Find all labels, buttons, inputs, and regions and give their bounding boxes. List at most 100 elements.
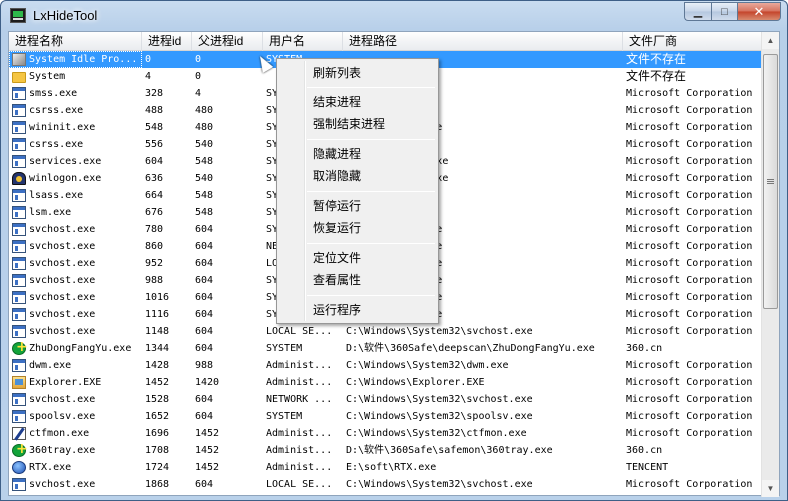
path-cell: D:\软件\360Safe\safemon\360tray.exe: [346, 445, 553, 456]
menu-item-locate-file[interactable]: 定位文件: [279, 247, 436, 269]
pid-cell: 1116: [145, 309, 170, 320]
pid-cell: 1696: [145, 428, 170, 439]
process-name-cell: csrss.exe: [9, 136, 142, 153]
exe-icon: [12, 87, 26, 100]
exe-icon: [12, 189, 26, 202]
exe-icon: [12, 291, 26, 304]
process-name-cell: dwm.exe: [9, 357, 142, 374]
table-row[interactable]: dwm.exe 1428 988 Administ... C:\Windows\Syst…: [9, 357, 761, 374]
table-row[interactable]: ZhuDongFangYu.exe 1344 604 SYSTEM D:\软件\360S…: [9, 340, 761, 357]
column-header-ppid[interactable]: 父进程id: [192, 32, 263, 51]
ppid-cell: 604: [195, 394, 214, 405]
vendor-cell: Microsoft Corporation: [626, 207, 753, 218]
user-cell: SYSTEM: [266, 343, 303, 354]
path-cell: C:\Windows\System32\svchost.exe: [346, 394, 533, 405]
window-controls: ▁ □ ✕: [684, 2, 781, 21]
menu-item-suspend[interactable]: 暂停运行: [279, 195, 436, 217]
process-name: svchost.exe: [29, 224, 96, 235]
minimize-button[interactable]: ▁: [684, 2, 711, 21]
process-name: svchost.exe: [29, 394, 96, 405]
path-cell: D:\软件\360Safe\deepscan\ZhuDongFangYu.exe: [346, 343, 595, 354]
vendor-cell: Microsoft Corporation: [626, 122, 753, 133]
pid-cell: 1016: [145, 292, 170, 303]
process-name-cell: svchost.exe: [9, 255, 142, 272]
vendor-cell: Microsoft Corporation: [626, 309, 753, 320]
column-header-process-name[interactable]: 进程名称: [9, 32, 142, 51]
exe-icon: [12, 104, 26, 117]
menu-item-unhide[interactable]: 取消隐藏: [279, 165, 436, 187]
vendor-cell: Microsoft Corporation: [626, 411, 753, 422]
menu-item-force-end-process[interactable]: 强制结束进程: [279, 113, 436, 135]
column-header-pid[interactable]: 进程id: [142, 32, 192, 51]
exe-icon: [12, 223, 26, 236]
table-row[interactable]: RTX.exe 1724 1452 Administ... E:\soft\RTX.ex…: [9, 459, 761, 476]
pid-cell: 604: [145, 156, 164, 167]
process-name: dwm.exe: [29, 360, 72, 371]
path-cell: C:\Windows\System32\svchost.exe: [346, 326, 533, 337]
vertical-scrollbar[interactable]: ▲ ▼: [761, 32, 779, 497]
menu-item-resume[interactable]: 恢复运行: [279, 217, 436, 239]
menu-item-view-properties[interactable]: 查看属性: [279, 269, 436, 291]
pid-cell: 328: [145, 88, 164, 99]
ppid-cell: 540: [195, 139, 214, 150]
menu-item-refresh-list[interactable]: 刷新列表: [279, 62, 436, 84]
process-name-cell: winlogon.exe: [9, 170, 142, 187]
pid-cell: 556: [145, 139, 164, 150]
table-row[interactable]: ctfmon.exe 1696 1452 Administ... C:\Windows\…: [9, 425, 761, 442]
title-bar[interactable]: LxHideTool ▁ □ ✕: [1, 1, 787, 31]
360-icon: [12, 442, 28, 458]
pid-cell: 664: [145, 190, 164, 201]
scroll-thumb[interactable]: [763, 54, 778, 309]
table-row[interactable]: 360tray.exe 1708 1452 Administ... D:\软件\360S…: [9, 442, 761, 459]
close-button[interactable]: ✕: [737, 2, 781, 21]
process-name: csrss.exe: [29, 139, 84, 150]
process-name: smss.exe: [29, 88, 78, 99]
menu-separator: [307, 243, 435, 244]
table-row[interactable]: spoolsv.exe 1652 604 SYSTEM C:\Windows\Syste…: [9, 408, 761, 425]
vendor-cell: Microsoft Corporation: [626, 88, 753, 99]
vendor-cell: Microsoft Corporation: [626, 156, 753, 167]
process-name: winlogon.exe: [29, 173, 102, 184]
table-row[interactable]: svchost.exe 1528 604 NETWORK ... C:\Windows\…: [9, 391, 761, 408]
process-name: svchost.exe: [29, 326, 96, 337]
menu-item-end-process[interactable]: 结束进程: [279, 91, 436, 113]
360-icon: [12, 340, 28, 356]
exe-icon: [12, 138, 26, 151]
user-cell: LOCAL SE...: [266, 479, 333, 490]
ppid-cell: 604: [195, 224, 214, 235]
path-cell: E:\soft\RTX.exe: [346, 462, 437, 473]
pid-cell: 1708: [145, 445, 170, 456]
table-row[interactable]: Explorer.EXE 1452 1420 Administ... C:\Window…: [9, 374, 761, 391]
process-name-cell: lsm.exe: [9, 204, 142, 221]
vendor-cell: 文件不存在: [626, 69, 687, 83]
exe-icon: [12, 206, 26, 219]
column-header-user[interactable]: 用户名: [263, 32, 343, 51]
pid-cell: 488: [145, 105, 164, 116]
scroll-up-arrow-icon[interactable]: ▲: [762, 32, 779, 49]
process-name: System Idle Pro...: [29, 54, 138, 65]
process-name: svchost.exe: [29, 258, 96, 269]
vendor-cell: Microsoft Corporation: [626, 428, 753, 439]
pid-cell: 636: [145, 173, 164, 184]
maximize-button[interactable]: □: [711, 2, 737, 21]
exe-icon: [12, 257, 26, 270]
app-icon[interactable]: [10, 8, 26, 23]
exe-icon: [12, 325, 26, 338]
scroll-down-arrow-icon[interactable]: ▼: [762, 480, 779, 497]
column-header-vendor[interactable]: 文件厂商: [623, 32, 761, 51]
ppid-cell: 988: [195, 360, 214, 371]
ppid-cell: 480: [195, 122, 214, 133]
process-name-cell: svchost.exe: [9, 289, 142, 306]
vendor-cell: 360.cn: [626, 343, 663, 354]
menu-item-run-program[interactable]: 运行程序: [279, 299, 436, 321]
path-cell: C:\Windows\System32\dwm.exe: [346, 360, 509, 371]
pid-cell: 1344: [145, 343, 170, 354]
menu-item-hide-process[interactable]: 隐藏进程: [279, 143, 436, 165]
table-row[interactable]: svchost.exe 1868 604 LOCAL SE... C:\Windows\…: [9, 476, 761, 493]
table-row[interactable]: svchost.exe 1148 604 LOCAL SE... C:\Windows\…: [9, 323, 761, 340]
vendor-cell: 360.cn: [626, 445, 663, 456]
vendor-cell: Microsoft Corporation: [626, 139, 753, 150]
column-header-path[interactable]: 进程路径: [343, 32, 623, 51]
list-header: 进程名称 进程id 父进程id 用户名 进程路径 文件厂商: [9, 32, 761, 51]
process-name-cell: RTX.exe: [9, 459, 142, 476]
